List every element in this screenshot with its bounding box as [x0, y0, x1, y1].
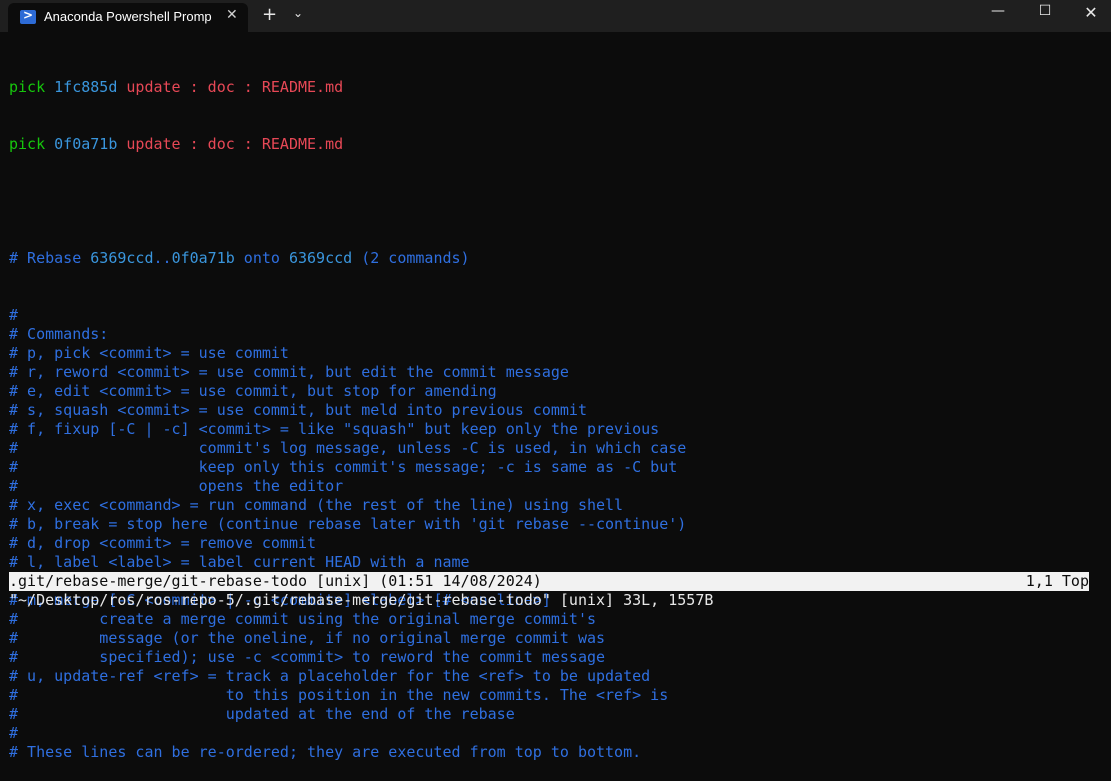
maximize-button[interactable]: ☐: [1025, 3, 1065, 25]
todo-line: pick 1fc885d update : doc : README.md: [9, 78, 1099, 97]
todo-command: pick: [9, 135, 46, 153]
comment-line: # specified); use -c <commit> to reword …: [9, 648, 606, 666]
comment-line: # keep only this commit's message; -c is…: [9, 458, 678, 476]
terminal-tab[interactable]: > Anaconda Powershell Promp ✕: [8, 3, 248, 32]
powershell-icon: >: [20, 8, 36, 24]
rebase-header-line: # Rebase 6369ccd..0f0a71b onto 6369ccd (…: [9, 249, 1099, 268]
comment-line: # b, break = stop here (continue rebase …: [9, 515, 687, 533]
comment-line: # d, drop <commit> = remove commit: [9, 534, 317, 552]
status-cursor-position: 1,1 Top: [1025, 572, 1089, 590]
comment-line: #: [9, 724, 19, 742]
commit-message: update : doc : README.md: [126, 135, 344, 153]
comment-line: # p, pick <commit> = use commit: [9, 344, 289, 362]
vim-command-line[interactable]: "~/Desktop/ros/ros-repo-5/.git/rebase-me…: [9, 591, 713, 610]
comment-line: # e, edit <commit> = use commit, but sto…: [9, 382, 497, 400]
comment-line: # to this position in the new commits. T…: [9, 686, 669, 704]
commit-message: update : doc : README.md: [126, 78, 344, 96]
close-button[interactable]: ✕: [1071, 3, 1111, 25]
vim-status-bar: .git/rebase-merge/git-rebase-todo [unix]…: [9, 572, 1089, 591]
rebase-onto-text: onto: [234, 249, 289, 267]
rebase-prefix: # Rebase: [9, 249, 91, 267]
commit-hash: 1fc885d: [54, 78, 118, 96]
title-bar: > Anaconda Powershell Promp ✕ + ⌄ — ☐ ✕: [0, 0, 1111, 32]
rebase-command-count: (2 commands): [352, 249, 470, 267]
comment-line: # x, exec <command> = run command (the r…: [9, 496, 624, 514]
minimize-button[interactable]: —: [978, 3, 1018, 25]
comment-line: # Commands:: [9, 325, 109, 343]
rebase-from-hash: 6369ccd: [90, 249, 154, 267]
status-file-info: .git/rebase-merge/git-rebase-todo [unix]…: [9, 572, 542, 590]
comment-line: # f, fixup [-C | -c] <commit> = like "sq…: [9, 420, 660, 438]
tab-title: Anaconda Powershell Promp: [44, 9, 212, 24]
todo-command: pick: [9, 78, 46, 96]
comment-line: # message (or the oneline, if no origina…: [9, 629, 606, 647]
vim-editor-buffer[interactable]: pick 1fc885d update : doc : README.md pi…: [9, 40, 1099, 781]
tab-dropdown-icon[interactable]: ⌄: [293, 6, 303, 20]
comment-line: #: [9, 306, 19, 324]
rebase-onto-hash: 6369ccd: [288, 249, 353, 267]
todo-line: pick 0f0a71b update : doc : README.md: [9, 135, 1099, 154]
comment-line: # commit's log message, unless -C is use…: [9, 439, 687, 457]
comment-line: # u, update-ref <ref> = track a placehol…: [9, 667, 651, 685]
comment-block: # # Commands: # p, pick <commit> = use com…: [9, 306, 1099, 762]
comment-line: # opens the editor: [9, 477, 344, 495]
comment-line: # updated at the end of the rebase: [9, 705, 515, 723]
comment-line: # r, reword <commit> = use commit, but e…: [9, 363, 569, 381]
rebase-to-hash: 0f0a71b: [171, 249, 235, 267]
new-tab-button[interactable]: +: [262, 4, 277, 25]
comment-line: # These lines can be re-ordered; they ar…: [9, 743, 642, 761]
tab-close-icon[interactable]: ✕: [226, 7, 238, 23]
comment-line: # l, label <label> = label current HEAD …: [9, 553, 470, 571]
comment-line: # s, squash <commit> = use commit, but m…: [9, 401, 587, 419]
rebase-range-separator: ..: [153, 249, 172, 267]
commit-hash: 0f0a71b: [54, 135, 118, 153]
comment-line: # create a merge commit using the origin…: [9, 610, 596, 628]
